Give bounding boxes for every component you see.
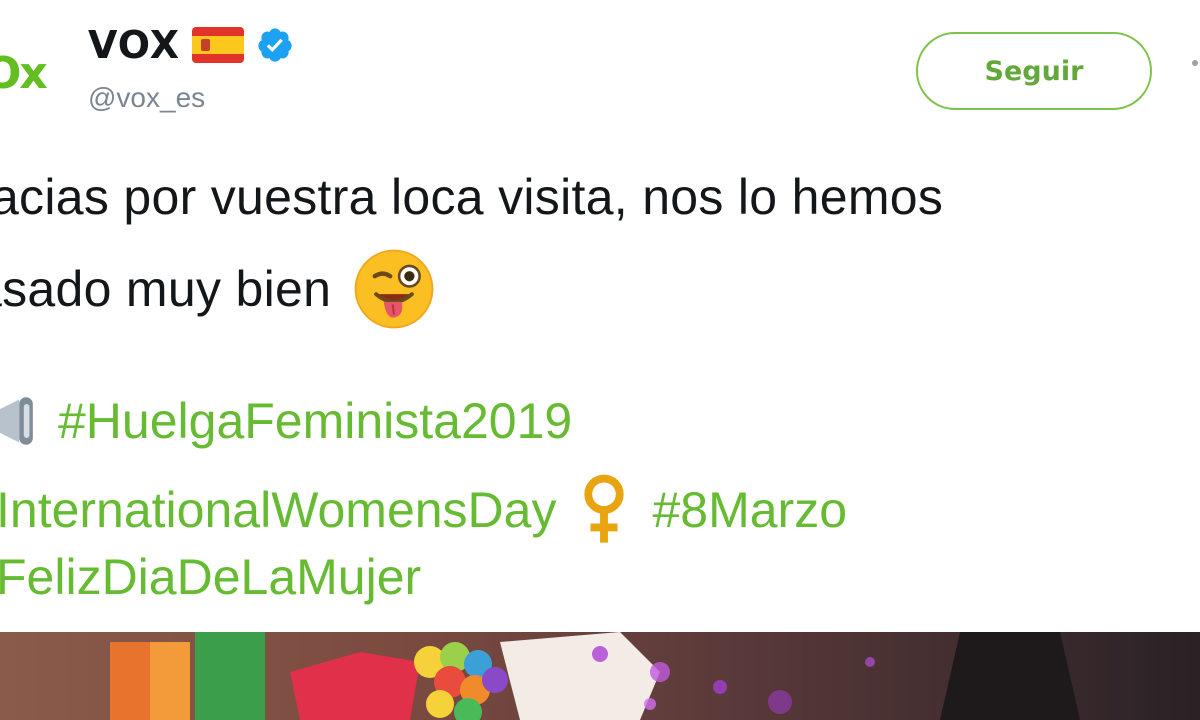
- hashtag-line-2: InternationalWomensDay #8Marzo: [0, 474, 847, 546]
- spain-flag-icon: [192, 27, 244, 63]
- tweet-text-line-2-label: asado muy bien: [0, 261, 332, 317]
- hashtag-line-3: FelizDiaDeLaMujer: [0, 548, 421, 606]
- tweet-media-image[interactable]: [0, 632, 1200, 720]
- hashtag-8marzo-link[interactable]: #8Marzo: [652, 481, 847, 539]
- hashtag-felizdiadelamujer-link[interactable]: FelizDiaDeLaMujer: [0, 548, 421, 606]
- tweet-text-line-2: asado muy bien: [0, 248, 435, 330]
- tweet-text-line-1: racias por vuestra loca visita, nos lo h…: [0, 169, 944, 225]
- megaphone-icon: [0, 397, 33, 445]
- hashtag-line-1: #HuelgaFeminista2019: [0, 392, 572, 450]
- account-handle[interactable]: @vox_es: [88, 82, 205, 114]
- tweet-card: Ox VOX @vox_es Seguir racias por vuestra…: [0, 0, 1200, 720]
- winking-tongue-emoji-icon: [354, 249, 434, 329]
- account-name-row: VOX: [88, 22, 294, 68]
- vox-logo[interactable]: Ox: [0, 42, 70, 104]
- logo-text: Ox: [0, 47, 48, 99]
- venus-symbol-icon: [584, 474, 625, 543]
- hashtag-huelgafeminista2019-link[interactable]: #HuelgaFeminista2019: [58, 392, 572, 450]
- verified-badge-icon: [258, 28, 292, 62]
- display-name[interactable]: VOX: [88, 23, 180, 67]
- hashtag-internationalwomensday-link[interactable]: InternationalWomensDay: [0, 481, 556, 539]
- more-options-icon[interactable]: [1192, 60, 1198, 66]
- follow-button[interactable]: Seguir: [916, 32, 1152, 110]
